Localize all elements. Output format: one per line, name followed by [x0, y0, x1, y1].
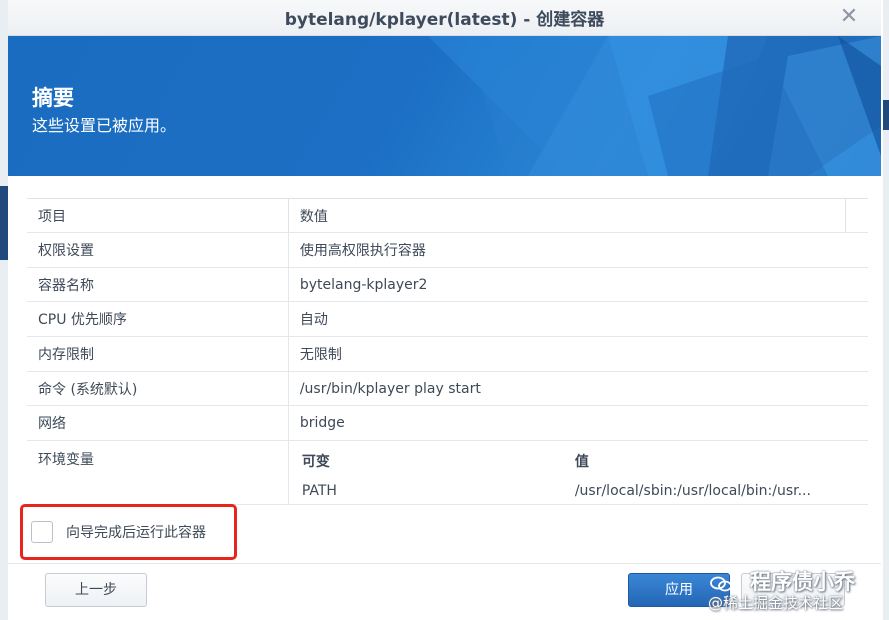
banner-subtitle: 这些设置已被应用。: [32, 116, 177, 135]
banner-title: 摘要: [32, 86, 74, 110]
env-vars-cell: 可变 值 PATH /usr/local/sbin:/usr/local/bin…: [288, 440, 868, 506]
summary-banner: 摘要 这些设置已被应用。: [8, 36, 881, 176]
row-value: bytelang-kplayer2: [288, 267, 868, 303]
row-value: 自动: [288, 301, 868, 338]
dialog-title: bytelang/kplayer(latest) - 创建容器: [284, 10, 605, 30]
background-right: [883, 0, 889, 620]
column-header-spacer: [844, 198, 868, 233]
column-header-item[interactable]: 项目: [27, 198, 289, 233]
env-header-name: 可变: [301, 454, 330, 471]
background-left: [0, 0, 8, 620]
row-value: /usr/bin/kplayer play start: [288, 371, 868, 407]
table-row: 权限设置 使用高权限执行容器: [27, 232, 868, 268]
run-after-wizard-label[interactable]: 向导完成后运行此容器: [66, 522, 206, 542]
row-value: 无限制: [288, 336, 868, 372]
background-right-accent: [883, 100, 889, 130]
table-header-row: 项目 数值: [27, 198, 868, 233]
dialog-titlebar: bytelang/kplayer(latest) - 创建容器 ✕: [8, 0, 881, 36]
row-item: 环境变量: [27, 440, 289, 506]
banner-pattern: [428, 36, 881, 176]
apply-button[interactable]: 应用: [628, 573, 730, 607]
run-after-wizard-checkbox[interactable]: [31, 521, 53, 543]
table-row: 内存限制 无限制: [27, 336, 868, 372]
run-after-wizard-highlight: 向导完成后运行此容器: [20, 504, 237, 560]
dialog-footer: 上一步 应用: [8, 563, 881, 620]
summary-table: 项目 数值 权限设置 使用高权限执行容器 容器名称 bytelang-kplay…: [27, 198, 868, 506]
cancel-button[interactable]: [741, 573, 845, 607]
previous-button[interactable]: 上一步: [45, 573, 147, 607]
row-item: 内存限制: [27, 336, 289, 372]
env-header-value: 值: [574, 454, 589, 471]
create-container-dialog: bytelang/kplayer(latest) - 创建容器 ✕ 摘要 这些设…: [8, 0, 881, 620]
table-row: 命令 (系统默认) /usr/bin/kplayer play start: [27, 371, 868, 407]
table-row-env: 环境变量 可变 值 PATH /usr/local/sbin:/usr/loca…: [27, 440, 868, 506]
row-value: 使用高权限执行容器: [288, 232, 868, 268]
column-header-value[interactable]: 数值: [288, 198, 846, 233]
row-item: CPU 优先顺序: [27, 301, 289, 338]
env-vars-grid: 可变 值 PATH /usr/local/sbin:/usr/local/bin…: [302, 451, 857, 499]
row-item: 命令 (系统默认): [27, 371, 289, 407]
row-item: 权限设置: [27, 232, 289, 268]
row-item: 容器名称: [27, 267, 289, 303]
summary-table-wrap: 项目 数值 权限设置 使用高权限执行容器 容器名称 bytelang-kplay…: [27, 198, 868, 506]
env-var-value: /usr/local/sbin:/usr/local/bin:/usr...: [574, 483, 811, 500]
table-row: 网络 bridge: [27, 405, 868, 442]
row-item: 网络: [27, 405, 289, 442]
table-row: 容器名称 bytelang-kplayer2: [27, 267, 868, 303]
background-left-accent: [0, 186, 8, 260]
row-value: bridge: [288, 405, 868, 442]
env-var-name: PATH: [301, 483, 337, 500]
close-icon[interactable]: ✕: [837, 5, 861, 29]
table-row: CPU 优先顺序 自动: [27, 301, 868, 338]
